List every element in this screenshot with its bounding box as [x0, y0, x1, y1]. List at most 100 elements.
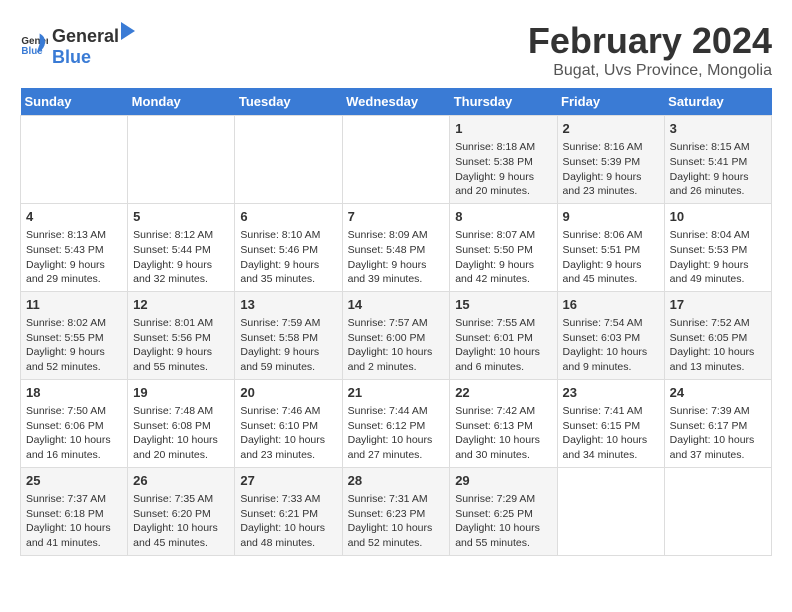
calendar-cell: 10 Sunrise: 8:04 AM Sunset: 5:53 PM Dayli… — [664, 203, 771, 291]
calendar-cell: 9Sunrise: 8:06 AM Sunset: 5:51 PM Daylig… — [557, 203, 664, 291]
calendar-cell: 11 Sunrise: 8:02 AM Sunset: 5:55 PM Dayli… — [21, 291, 128, 379]
day-info: Sunrise: 7:37 AM Sunset: 6:18 PM Dayligh… — [26, 492, 122, 551]
calendar-cell: 28 Sunrise: 7:31 AM Sunset: 6:23 PM Dayli… — [342, 467, 450, 555]
day-info: Sunrise: 8:16 AM Sunset: 5:39 PM Dayligh… — [563, 140, 659, 199]
subtitle: Bugat, Uvs Province, Mongolia — [528, 62, 772, 80]
calendar-week-row: 25 Sunrise: 7:37 AM Sunset: 6:18 PM Dayli… — [21, 467, 772, 555]
day-number: 4 — [26, 208, 122, 226]
logo: General Blue General Blue — [20, 20, 137, 68]
day-info: Sunrise: 8:04 AM Sunset: 5:53 PM Dayligh… — [670, 228, 766, 287]
day-number: 25 — [26, 472, 122, 490]
header-thursday: Thursday — [450, 88, 557, 116]
logo-text-general: General — [52, 26, 119, 47]
calendar-cell: 26 Sunrise: 7:35 AM Sunset: 6:20 PM Dayli… — [128, 467, 235, 555]
day-number: 13 — [240, 296, 336, 314]
calendar-cell — [664, 467, 771, 555]
calendar-cell: 27 Sunrise: 7:33 AM Sunset: 6:21 PM Dayli… — [235, 467, 342, 555]
calendar-cell: 20 Sunrise: 7:46 AM Sunset: 6:10 PM Dayli… — [235, 379, 342, 467]
day-info: Sunrise: 8:13 AM Sunset: 5:43 PM Dayligh… — [26, 228, 122, 287]
svg-text:Blue: Blue — [21, 46, 43, 57]
calendar-cell: 18 Sunrise: 7:50 AM Sunset: 6:06 PM Dayli… — [21, 379, 128, 467]
day-number: 24 — [670, 384, 766, 402]
day-number: 8 — [455, 208, 551, 226]
calendar-week-row: 11 Sunrise: 8:02 AM Sunset: 5:55 PM Dayli… — [21, 291, 772, 379]
day-number: 17 — [670, 296, 766, 314]
calendar-cell: 24Sunrise: 7:39 AM Sunset: 6:17 PM Dayli… — [664, 379, 771, 467]
calendar-cell: 22Sunrise: 7:42 AM Sunset: 6:13 PM Dayli… — [450, 379, 557, 467]
calendar-cell: 1 Sunrise: 8:18 AM Sunset: 5:38 PM Daylig… — [450, 116, 557, 204]
day-number: 29 — [455, 472, 551, 490]
day-number: 21 — [348, 384, 445, 402]
calendar-table: SundayMondayTuesdayWednesdayThursdayFrid… — [20, 88, 772, 556]
day-info: Sunrise: 8:09 AM Sunset: 5:48 PM Dayligh… — [348, 228, 445, 287]
day-info: Sunrise: 7:33 AM Sunset: 6:21 PM Dayligh… — [240, 492, 336, 551]
day-info: Sunrise: 8:12 AM Sunset: 5:44 PM Dayligh… — [133, 228, 229, 287]
day-number: 9 — [563, 208, 659, 226]
day-info: Sunrise: 7:41 AM Sunset: 6:15 PM Dayligh… — [563, 404, 659, 463]
calendar-cell: 4 Sunrise: 8:13 AM Sunset: 5:43 PM Daylig… — [21, 203, 128, 291]
calendar-cell: 12 Sunrise: 8:01 AM Sunset: 5:56 PM Dayli… — [128, 291, 235, 379]
header-tuesday: Tuesday — [235, 88, 342, 116]
day-info: Sunrise: 7:44 AM Sunset: 6:12 PM Dayligh… — [348, 404, 445, 463]
day-info: Sunrise: 7:46 AM Sunset: 6:10 PM Dayligh… — [240, 404, 336, 463]
calendar-cell: 8Sunrise: 8:07 AM Sunset: 5:50 PM Daylig… — [450, 203, 557, 291]
day-number: 16 — [563, 296, 659, 314]
header: General Blue General Blue February 2024 … — [20, 20, 772, 80]
day-number: 28 — [348, 472, 445, 490]
day-info: Sunrise: 7:31 AM Sunset: 6:23 PM Dayligh… — [348, 492, 445, 551]
main-title: February 2024 — [528, 20, 772, 62]
day-number: 5 — [133, 208, 229, 226]
calendar-cell: 6Sunrise: 8:10 AM Sunset: 5:46 PM Daylig… — [235, 203, 342, 291]
day-number: 11 — [26, 296, 122, 314]
header-sunday: Sunday — [21, 88, 128, 116]
calendar-cell: 16 Sunrise: 7:54 AM Sunset: 6:03 PM Dayli… — [557, 291, 664, 379]
day-number: 27 — [240, 472, 336, 490]
day-number: 6 — [240, 208, 336, 226]
day-info: Sunrise: 7:52 AM Sunset: 6:05 PM Dayligh… — [670, 316, 766, 375]
header-monday: Monday — [128, 88, 235, 116]
day-info: Sunrise: 8:15 AM Sunset: 5:41 PM Dayligh… — [670, 140, 766, 199]
calendar-cell: 13 Sunrise: 7:59 AM Sunset: 5:58 PM Dayli… — [235, 291, 342, 379]
calendar-cell: 14 Sunrise: 7:57 AM Sunset: 6:00 PM Dayli… — [342, 291, 450, 379]
calendar-cell: 23Sunrise: 7:41 AM Sunset: 6:15 PM Dayli… — [557, 379, 664, 467]
day-number: 1 — [455, 120, 551, 138]
day-number: 7 — [348, 208, 445, 226]
day-info: Sunrise: 7:50 AM Sunset: 6:06 PM Dayligh… — [26, 404, 122, 463]
calendar-cell: 7 Sunrise: 8:09 AM Sunset: 5:48 PM Daylig… — [342, 203, 450, 291]
day-info: Sunrise: 8:18 AM Sunset: 5:38 PM Dayligh… — [455, 140, 551, 199]
day-number: 20 — [240, 384, 336, 402]
day-number: 3 — [670, 120, 766, 138]
calendar-cell: 21 Sunrise: 7:44 AM Sunset: 6:12 PM Dayli… — [342, 379, 450, 467]
day-number: 18 — [26, 384, 122, 402]
calendar-cell: 3 Sunrise: 8:15 AM Sunset: 5:41 PM Daylig… — [664, 116, 771, 204]
day-number: 15 — [455, 296, 551, 314]
calendar-cell: 29 Sunrise: 7:29 AM Sunset: 6:25 PM Dayli… — [450, 467, 557, 555]
day-info: Sunrise: 8:02 AM Sunset: 5:55 PM Dayligh… — [26, 316, 122, 375]
day-info: Sunrise: 7:59 AM Sunset: 5:58 PM Dayligh… — [240, 316, 336, 375]
day-info: Sunrise: 7:57 AM Sunset: 6:00 PM Dayligh… — [348, 316, 445, 375]
day-info: Sunrise: 7:54 AM Sunset: 6:03 PM Dayligh… — [563, 316, 659, 375]
calendar-week-row: 1 Sunrise: 8:18 AM Sunset: 5:38 PM Daylig… — [21, 116, 772, 204]
header-friday: Friday — [557, 88, 664, 116]
calendar-cell: 19Sunrise: 7:48 AM Sunset: 6:08 PM Dayli… — [128, 379, 235, 467]
day-info: Sunrise: 7:35 AM Sunset: 6:20 PM Dayligh… — [133, 492, 229, 551]
header-saturday: Saturday — [664, 88, 771, 116]
calendar-cell — [342, 116, 450, 204]
calendar-cell: 2Sunrise: 8:16 AM Sunset: 5:39 PM Daylig… — [557, 116, 664, 204]
day-number: 14 — [348, 296, 445, 314]
day-number: 12 — [133, 296, 229, 314]
calendar-header-row: SundayMondayTuesdayWednesdayThursdayFrid… — [21, 88, 772, 116]
logo-text-blue: Blue — [52, 47, 91, 67]
day-info: Sunrise: 7:29 AM Sunset: 6:25 PM Dayligh… — [455, 492, 551, 551]
calendar-week-row: 4 Sunrise: 8:13 AM Sunset: 5:43 PM Daylig… — [21, 203, 772, 291]
day-info: Sunrise: 7:48 AM Sunset: 6:08 PM Dayligh… — [133, 404, 229, 463]
calendar-cell: 5 Sunrise: 8:12 AM Sunset: 5:44 PM Daylig… — [128, 203, 235, 291]
header-wednesday: Wednesday — [342, 88, 450, 116]
logo-icon: General Blue — [20, 30, 48, 58]
calendar-cell: 17 Sunrise: 7:52 AM Sunset: 6:05 PM Dayli… — [664, 291, 771, 379]
day-info: Sunrise: 8:01 AM Sunset: 5:56 PM Dayligh… — [133, 316, 229, 375]
day-number: 22 — [455, 384, 551, 402]
day-number: 10 — [670, 208, 766, 226]
day-number: 26 — [133, 472, 229, 490]
title-area: February 2024 Bugat, Uvs Province, Mongo… — [528, 20, 772, 80]
